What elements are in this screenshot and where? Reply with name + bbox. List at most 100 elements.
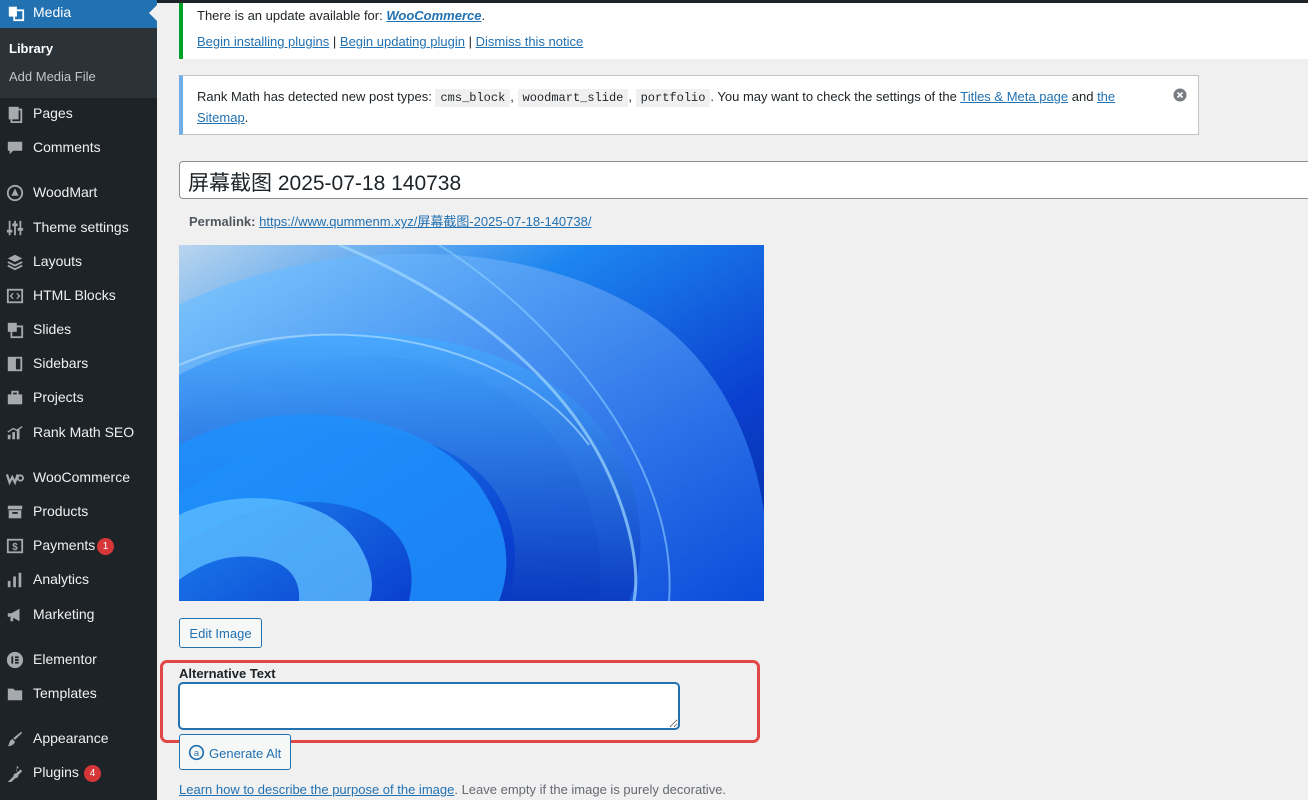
update-notice-text-line: There is an update available for: WooCom… [197,8,485,23]
sidebar-item-templates[interactable]: Templates [0,677,157,711]
slides-icon [7,322,24,339]
sliders-icon [6,220,24,236]
sidebar-item-projects[interactable]: Projects [0,381,157,415]
update-notice-actions: Begin installing plugins | Begin updatin… [197,34,583,49]
sidebar-item-appearance[interactable]: Appearance [0,722,157,756]
sidebar-item-woocommerce[interactable]: WooCommerce [0,461,157,495]
separator: | [332,34,337,49]
post-title-input[interactable]: 屏幕截图 2025-07-18 140738 [179,161,1308,199]
post-type-code: cms_block [435,89,511,107]
alt-text-label: Alternative Text [179,666,276,681]
svg-text:$: $ [12,542,18,553]
sidebar-icon [7,356,23,372]
begin-installing-plugins-link[interactable]: Begin installing plugins [197,34,329,49]
dismiss-notice-link[interactable]: Dismiss this notice [476,34,584,49]
media-submenu: Library Add Media File [0,28,157,98]
brush-icon [7,731,23,747]
menu-item-label: Appearance [33,730,109,746]
menu-item-label: Analytics [33,571,90,587]
generate-alt-label: Generate Alt [209,746,282,761]
sidebar-item-layouts[interactable]: Layouts [0,245,157,279]
ai-at-icon: a [188,744,205,761]
folder-icon [7,688,23,701]
sidebar-item-theme-settings[interactable]: Theme settings [0,211,157,245]
notice-text: and [1068,89,1098,104]
post-type-code: portfolio [635,89,711,107]
menu-item-label: HTML Blocks [33,287,116,303]
layers-icon [7,254,23,271]
sidebar-item-rank-math-seo[interactable]: Rank Math SEO [0,416,157,450]
update-count-badge: 4 [84,765,101,782]
generate-alt-button[interactable]: a Generate Alt [179,734,291,770]
menu-item-label: Pages [33,105,73,121]
sidebar-item-sidebars[interactable]: Sidebars [0,347,157,381]
alt-text-textarea[interactable] [179,683,679,729]
sidebar-item-elementor[interactable]: Elementor [0,643,157,677]
sidebar-item-marketing[interactable]: Marketing [0,598,157,632]
update-notice: There is an update available for: WooCom… [179,3,1308,59]
update-notice-period: . [481,8,486,23]
sitemap-link-text: Sitemap [197,110,245,125]
alt-text-help: Learn how to describe the purpose of the… [179,782,726,797]
pages-icon [8,106,23,123]
attachment-image-preview [179,245,764,601]
plugin-icon [7,765,23,782]
sidebar-item-html-blocks[interactable]: HTML Blocks [0,279,157,313]
menu-item-label: Products [33,503,89,519]
menu-item-label: Payments [33,537,96,553]
menu-item-label: WooCommerce [33,469,130,485]
sidebar-item-pages[interactable]: Pages [0,97,157,131]
woocommerce-icon [6,474,24,486]
permalink-url-link[interactable]: https://www.qummenm.xyz/屏幕截图-2025-07-18-… [259,214,591,229]
current-menu-arrow [149,5,157,21]
sidebar-item-products[interactable]: Products [0,495,157,529]
sidebar-item-woodmart[interactable]: WoodMart [0,176,157,210]
admin-sidebar: Media Library Add Media File Pages Comme… [0,0,157,800]
menu-item-label: Templates [33,685,97,701]
media-icon [8,6,25,22]
rankmath-notice-text: Rank Math has detected new post types: c… [197,87,1127,128]
sidebar-item-analytics[interactable]: Analytics [0,563,157,597]
permalink-row: Permalink: https://www.qummenm.xyz/屏幕截图-… [189,211,591,230]
svg-text:a: a [194,748,200,758]
notice-text: . You may want to check the settings of … [710,89,961,104]
comma: , [628,89,632,104]
begin-updating-plugin-link[interactable]: Begin updating plugin [340,34,465,49]
submenu-item-add-media-file[interactable]: Add Media File [9,69,96,84]
menu-item-label: Media [33,4,72,20]
notice-text: . [244,110,249,125]
sitemap-link-text: the [1097,89,1116,104]
menu-item-label: Layouts [33,253,83,269]
separator: | [468,34,472,49]
alt-text-help-text: . Leave empty if the image is purely dec… [454,782,727,797]
menu-item-label: Elementor [33,651,97,667]
payments-icon: $ [6,538,24,554]
menu-item-label: Theme settings [33,219,129,235]
menu-item-label: Rank Math SEO [33,424,135,440]
menu-item-media[interactable]: Media [0,0,157,28]
sidebar-item-slides[interactable]: Slides [0,313,157,347]
sidebar-item-payments[interactable]: $ Payments 1 [0,529,157,563]
menu-item-label: Comments [33,139,101,155]
archive-icon [7,505,23,519]
alt-text-help-link[interactable]: Learn how to describe the purpose of the… [179,782,454,797]
rankmath-icon [7,426,23,440]
menu-item-label: Marketing [33,606,95,622]
dismiss-close-icon[interactable] [1173,88,1187,102]
rankmath-notice: Rank Math has detected new post types: c… [179,75,1199,135]
update-notice-text: There is an update available for: [197,8,387,23]
submenu-item-library[interactable]: Library [9,41,53,56]
update-count-badge: 1 [97,538,114,555]
sidebar-item-plugins[interactable]: Plugins 4 [0,756,157,790]
permalink-label: Permalink: [189,214,256,229]
edit-image-button[interactable]: Edit Image [179,618,262,648]
sidebar-item-comments[interactable]: Comments [0,131,157,165]
chart-icon [7,572,22,588]
titles-meta-link[interactable]: Titles & Meta page [960,89,1068,104]
briefcase-icon [7,390,23,405]
woodmart-icon [6,184,24,202]
comma: , [510,89,514,104]
menu-item-label: Projects [33,389,84,405]
megaphone-icon [7,608,20,622]
woocommerce-link[interactable]: WooCommerce [386,8,481,23]
